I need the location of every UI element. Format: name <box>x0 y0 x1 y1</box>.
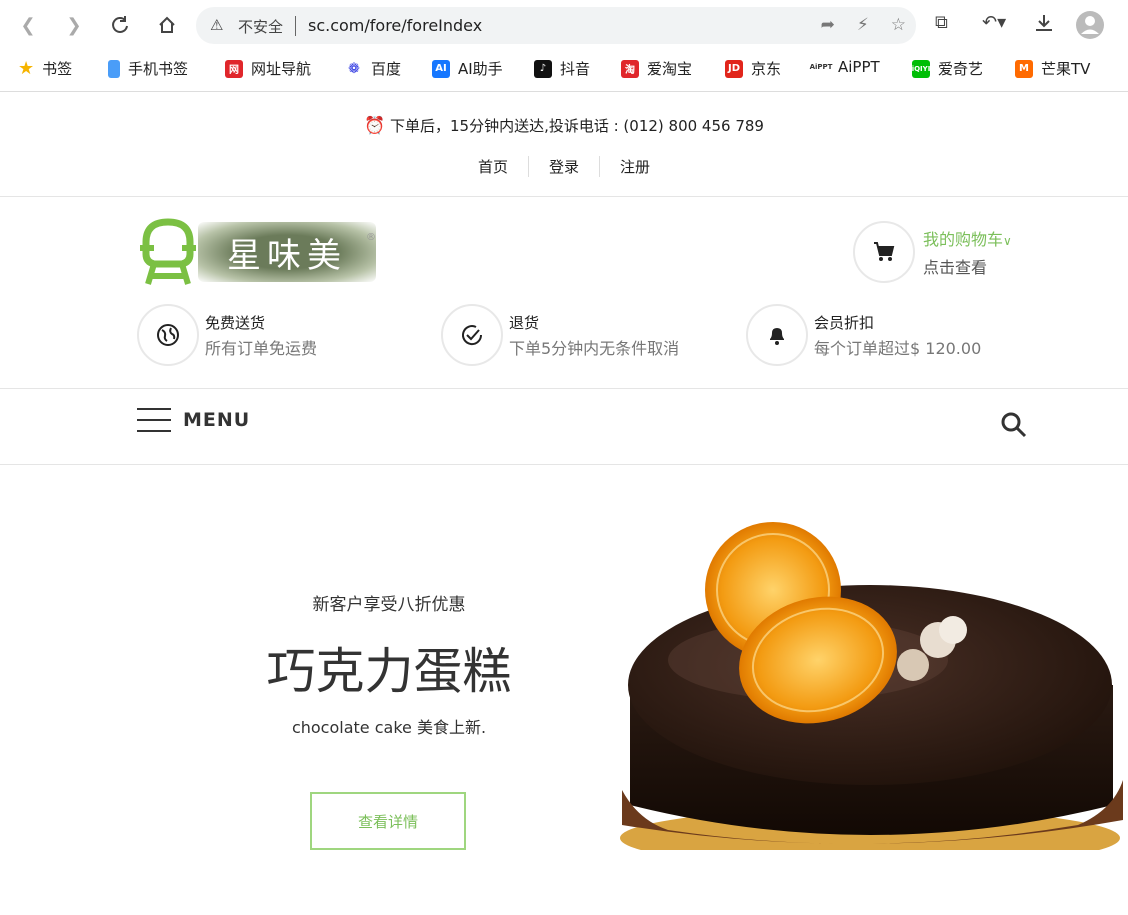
chocolate-cake-image <box>620 522 1123 850</box>
url-text[interactable]: sc.com/fore/foreIndex <box>308 16 482 35</box>
browser-toolbar: ❮ ❯ ⚠ 不安全 sc.com/fore/foreIndex ➦ ⚡ ☆ ⧉ … <box>0 0 1128 52</box>
cart-subtitle[interactable]: 点击查看 <box>923 254 1012 278</box>
login-link[interactable]: 登录 <box>527 156 599 177</box>
check-icon <box>441 304 503 366</box>
share-icon[interactable]: ➦ <box>821 15 835 35</box>
iqiyi-icon: iQIYI <box>912 59 930 78</box>
profile-avatar-icon[interactable] <box>1075 10 1105 45</box>
douyin-icon: ♪ <box>534 59 552 78</box>
cart-widget[interactable]: 我的购物车∨ 点击查看 <box>853 221 1012 283</box>
cart-icon <box>853 221 915 283</box>
bookmark-item[interactable]: AI AI助手 <box>432 58 503 79</box>
divider <box>0 464 1128 465</box>
home-link[interactable]: 首页 <box>458 156 528 177</box>
top-notice: ⏰ 下单后，15分钟内送达,投诉电话 : (012) 800 456 789 <box>364 116 764 136</box>
bookmark-item[interactable]: 网网址导航 <box>225 58 311 79</box>
search-icon[interactable] <box>999 410 1029 444</box>
chef-hat-icon <box>140 218 196 285</box>
undo-icon[interactable]: ↶▾ <box>982 12 1006 33</box>
phone-icon <box>108 59 120 78</box>
star-icon: ★ <box>18 58 35 79</box>
register-link[interactable]: 注册 <box>599 156 670 177</box>
feature-title: 退货 <box>509 313 540 332</box>
warning-icon: ⚠ <box>210 16 224 34</box>
address-bar[interactable]: ⚠ 不安全 sc.com/fore/foreIndex ➦ ⚡ ☆ <box>196 7 916 44</box>
feature-member-discount: 会员折扣 每个订单超过$ 120.00 <box>746 304 981 366</box>
navigation-icon: 网 <box>225 59 243 78</box>
mangotv-icon: M <box>1015 59 1033 78</box>
bookmark-item[interactable]: 手机书签 <box>108 58 188 79</box>
baidu-icon: ❁ <box>345 59 363 78</box>
star-icon[interactable]: ☆ <box>891 15 906 35</box>
lightning-icon[interactable]: ⚡ <box>857 15 869 35</box>
ai-assistant-icon: AI <box>432 59 450 78</box>
menu-label: MENU <box>183 409 251 431</box>
bookmark-item[interactable]: ❁ 百度 <box>345 58 401 79</box>
bookmark-item[interactable]: 淘爱淘宝 <box>621 58 692 79</box>
feature-desc: 下单5分钟内无条件取消 <box>509 338 680 358</box>
bookmark-item[interactable]: ♪ 抖音 <box>534 58 590 79</box>
top-links: 首页 登录 注册 <box>0 156 1128 177</box>
security-label: 不安全 <box>238 18 284 36</box>
bookmark-item[interactable]: M 芒果TV <box>1015 58 1090 79</box>
bookmarks-bar: ★ 书签 手机书签 网网址导航 ❁ 百度 AI AI助手 ♪ 抖音 淘爱淘宝 JD 京东 … <box>0 52 1128 92</box>
view-details-button[interactable]: 查看详情 <box>310 792 466 850</box>
forward-icon[interactable]: ❯ <box>59 10 89 40</box>
hamburger-icon <box>137 408 171 432</box>
taobao-icon: 淘 <box>621 59 639 78</box>
bookmark-item[interactable]: JD 京东 <box>725 58 781 79</box>
feature-free-shipping: 免费送货 所有订单免运费 <box>137 304 317 366</box>
extensions-icon[interactable]: ⧉ <box>935 12 948 33</box>
feature-title: 会员折扣 <box>814 313 875 332</box>
aippt-icon: AiPPT <box>810 58 832 76</box>
bookmark-item[interactable]: ★ 书签 <box>18 58 72 79</box>
alarm-clock-icon: ⏰ <box>364 116 386 136</box>
reload-icon[interactable] <box>105 10 135 40</box>
bookmark-item[interactable]: AiPPT AiPPT <box>810 58 880 76</box>
feature-desc: 每个订单超过$ 120.00 <box>814 338 982 358</box>
bookmark-item[interactable]: iQIYI 爱奇艺 <box>912 58 983 79</box>
feature-title: 免费送货 <box>205 313 266 332</box>
feature-returns: 退货 下单5分钟内无条件取消 <box>441 304 679 366</box>
chevron-down-icon: ∨ <box>1003 234 1012 248</box>
feature-desc: 所有订单免运费 <box>205 338 318 358</box>
logo-text-box: 星味美 <box>198 222 376 282</box>
download-icon[interactable] <box>1033 12 1055 39</box>
home-icon[interactable] <box>152 10 182 40</box>
registered-mark: ® <box>366 232 376 243</box>
cart-title[interactable]: 我的购物车 <box>923 230 1003 249</box>
divider <box>0 388 1128 389</box>
divider <box>0 196 1128 197</box>
site-logo[interactable]: 星味美 ® <box>136 212 381 290</box>
divider <box>295 16 296 36</box>
jd-icon: JD <box>725 59 743 78</box>
logo-text: 星味美 <box>227 235 347 276</box>
menu-toggle[interactable]: MENU <box>137 408 250 432</box>
back-icon[interactable]: ❮ <box>13 10 43 40</box>
globe-icon <box>137 304 199 366</box>
bell-icon <box>746 304 808 366</box>
